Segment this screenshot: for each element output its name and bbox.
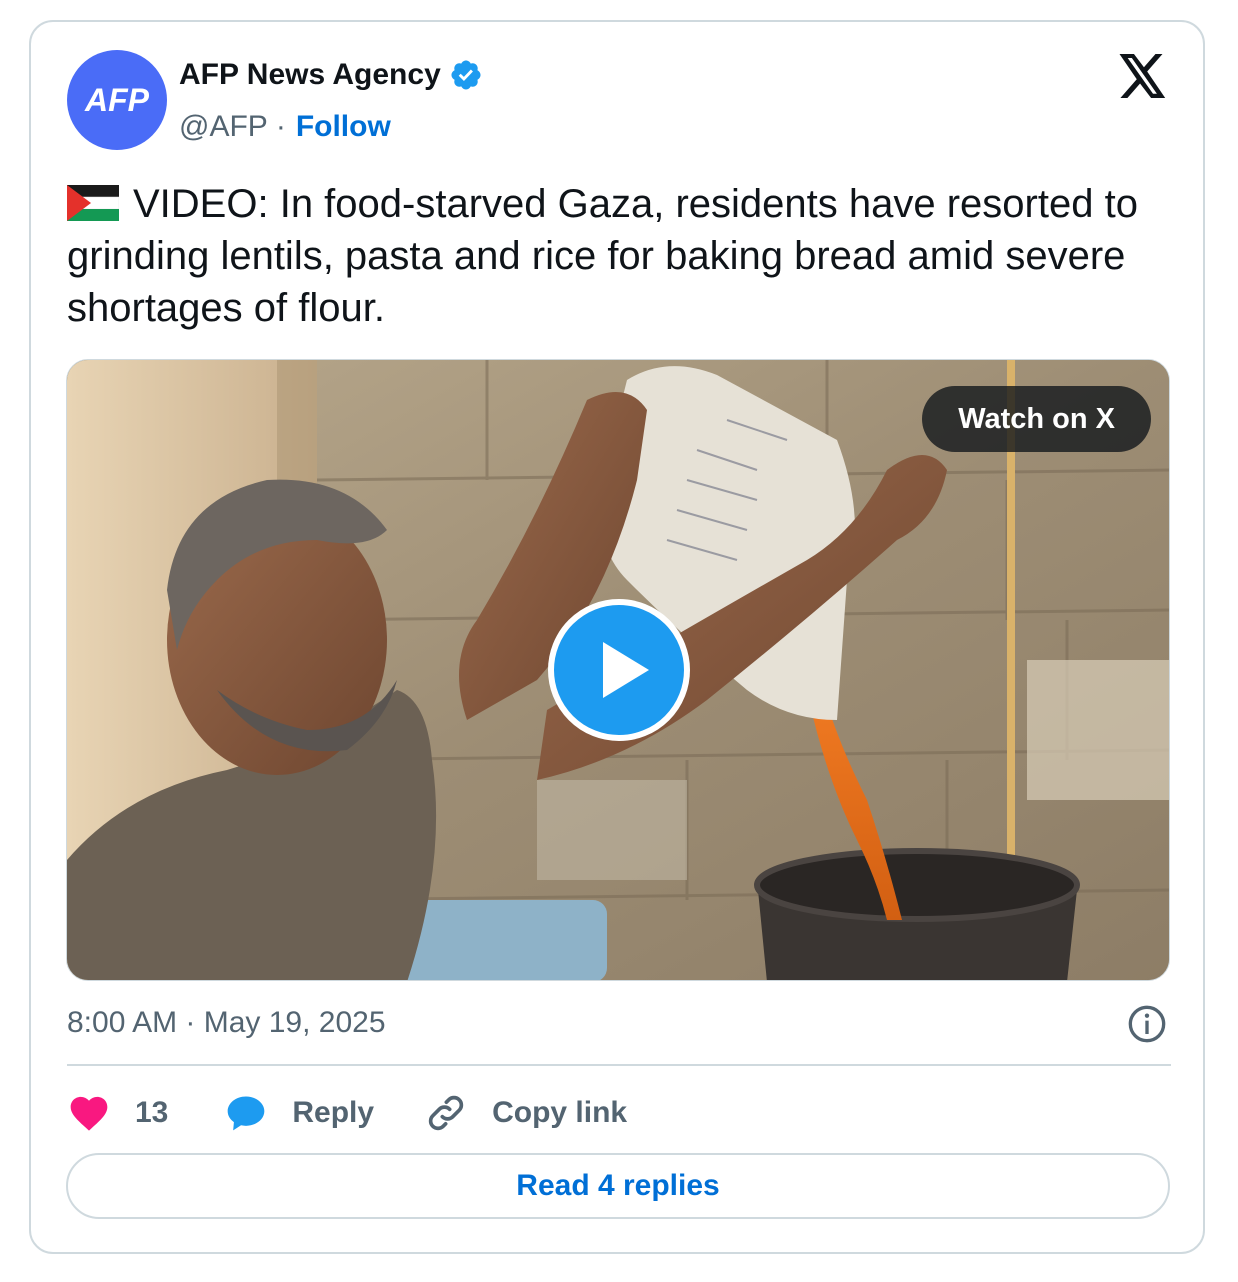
- copy-link-button[interactable]: Copy link: [424, 1091, 627, 1135]
- read-replies-button[interactable]: Read 4 replies: [66, 1153, 1170, 1219]
- author-name[interactable]: AFP News Agency: [179, 58, 441, 92]
- x-logo-icon[interactable]: [1119, 54, 1167, 98]
- reply-bubble-icon: [228, 1096, 265, 1131]
- follow-button[interactable]: Follow: [296, 110, 391, 144]
- reply-label: Reply: [292, 1096, 375, 1129]
- copy-link-label: Copy link: [492, 1096, 628, 1129]
- play-icon[interactable]: [547, 598, 691, 742]
- author-avatar[interactable]: AFP: [67, 50, 167, 150]
- author-handle-row: @AFP · Follow: [179, 110, 391, 144]
- reply-button[interactable]: Reply: [224, 1091, 374, 1135]
- verified-badge-icon: [451, 60, 481, 90]
- heart-icon: [70, 1096, 108, 1131]
- author-name-row: AFP News Agency: [179, 58, 483, 92]
- like-button[interactable]: 13: [67, 1091, 168, 1135]
- palestine-flag-icon: [67, 185, 119, 221]
- tweet-text: VIDEO: In food-starved Gaza, residents h…: [67, 182, 1138, 330]
- tweet-actions: 13 Reply Copy link: [67, 1088, 627, 1138]
- watch-on-x-button[interactable]: Watch on X: [922, 386, 1151, 452]
- avatar-text: AFP: [85, 81, 149, 118]
- tweet-text-block: VIDEO: In food-starved Gaza, residents h…: [67, 178, 1167, 334]
- link-icon: [428, 1095, 464, 1131]
- divider: [67, 1064, 1171, 1066]
- video-thumbnail[interactable]: Watch on X: [66, 359, 1170, 981]
- tweet-timestamp[interactable]: 8:00 AM · May 19, 2025: [67, 1006, 386, 1040]
- author-handle[interactable]: @AFP: [179, 110, 268, 144]
- handle-separator: ·: [275, 110, 286, 143]
- tweet-card: AFP AFP News Agency @AFP · Follow VIDEO:…: [29, 20, 1205, 1254]
- like-count: 13: [135, 1096, 169, 1129]
- info-icon[interactable]: [1127, 1004, 1167, 1044]
